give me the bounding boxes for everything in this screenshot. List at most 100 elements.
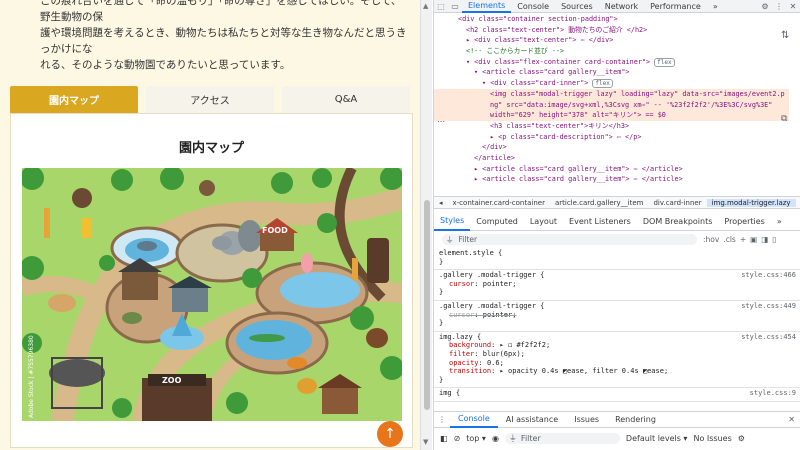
sidebar-toggle-icon[interactable]: ◧ bbox=[440, 434, 448, 443]
css-property[interactable]: transition: ▸ opacity 0.4s ◩ease, filter… bbox=[439, 367, 796, 376]
dom-node-row[interactable]: ▾ <article class="card gallery__item"> bbox=[434, 67, 789, 78]
rule-selector[interactable]: element.style { bbox=[439, 249, 796, 258]
css-property[interactable]: filter: blur(6px); bbox=[439, 350, 796, 359]
tab-styles[interactable]: Styles bbox=[434, 212, 471, 231]
more-subtabs-button[interactable]: » bbox=[771, 212, 788, 231]
gear-icon[interactable]: ⚙ bbox=[758, 0, 772, 13]
tab-console[interactable]: Console bbox=[511, 0, 555, 13]
arrow-up-icon: ↑ bbox=[384, 426, 396, 442]
styles-pane: element.style {} .gallery .modal-trigger … bbox=[434, 248, 800, 408]
tab-performance[interactable]: Performance bbox=[644, 0, 707, 13]
tab-qa[interactable]: Q&A bbox=[282, 86, 410, 113]
zoo-map-image[interactable]: FOOD ZOO Adobe Stock | #755796380 bbox=[22, 168, 402, 421]
drawer-tab-console[interactable]: Console bbox=[450, 411, 498, 428]
dom-node-row[interactable]: <img class="modal-trigger lazy" loading=… bbox=[434, 88, 789, 100]
console-filter-input[interactable]: ⏚ Filter bbox=[504, 432, 620, 444]
flex-badge[interactable]: flex bbox=[654, 57, 675, 67]
dom-node-row[interactable]: ▸ <article class="card gallery__item"> ⋯… bbox=[434, 174, 789, 185]
dom-node-row[interactable]: <h2 class="text-center"> 動物たちのご紹介 </h2> bbox=[434, 25, 789, 36]
dom-node-row[interactable]: </div> bbox=[434, 142, 789, 153]
dom-node-row[interactable]: <!-- ここからカード並び --> bbox=[434, 46, 789, 57]
flex-badge[interactable]: flex bbox=[592, 79, 613, 89]
tab-elements[interactable]: Elements bbox=[462, 0, 512, 13]
crumb-item[interactable]: article.card.gallery__item bbox=[550, 199, 649, 207]
tab-layout[interactable]: Layout bbox=[524, 212, 563, 231]
dom-node-row[interactable]: width="629" height="378" alt="キリン"> == $… bbox=[434, 110, 789, 121]
context-select[interactable]: top ▾ bbox=[466, 434, 486, 443]
css-property-name: cursor bbox=[449, 279, 475, 288]
style-rule: img.lazy {style.css:454 background: ▸ ◻ #… bbox=[434, 332, 800, 389]
styles-filter-input[interactable]: ⏚ Filter bbox=[442, 233, 697, 245]
dom-node-text: </article> bbox=[474, 153, 515, 162]
crumb-scroll-left[interactable]: ◂ bbox=[434, 199, 448, 207]
gear-icon[interactable]: ⚙ bbox=[738, 434, 745, 443]
device-icon[interactable]: ▭ bbox=[448, 0, 462, 13]
map-panel: 園内マップ FOOD ZOO Adobe Stock | #755796380 bbox=[10, 113, 413, 448]
inspect-icon[interactable]: ⬚ bbox=[434, 0, 448, 13]
tab-access[interactable]: アクセス bbox=[146, 86, 274, 113]
scroll-down-icon[interactable]: ▼ bbox=[423, 438, 428, 446]
rule-selector[interactable]: img { bbox=[439, 389, 796, 398]
page-scrollbar[interactable]: ▲ ▼ bbox=[420, 0, 432, 450]
intro-line: この痕れ合いを通じて「命の温もり」「命の尊さ」を感じてほしい。そして、野生動物の… bbox=[40, 0, 402, 23]
css-property[interactable]: background: ▸ ◻ #f2f2f2; bbox=[439, 341, 796, 350]
rule-source-link[interactable]: style.css:466 bbox=[741, 271, 796, 280]
dom-node-row[interactable]: ▾ <div class="card-inner"> flex bbox=[434, 78, 789, 89]
css-property[interactable]: cursor: pointer; bbox=[439, 311, 796, 320]
drawer-tabs: ⋮ Console AI assistance Issues Rendering… bbox=[434, 411, 800, 428]
crumb-item[interactable]: div.card-inner bbox=[648, 199, 706, 207]
css-property[interactable]: cursor: pointer; bbox=[439, 280, 796, 289]
tab-network[interactable]: Network bbox=[599, 0, 644, 13]
css-property[interactable]: opacity: 0.6; bbox=[439, 359, 796, 368]
computed-toggle-icon[interactable]: ◨ bbox=[761, 235, 768, 244]
rule-close: } bbox=[439, 375, 444, 384]
pin-icon[interactable]: ⇅ bbox=[781, 30, 789, 41]
drawer-tab-ai-assistance[interactable]: AI assistance bbox=[498, 411, 566, 428]
log-levels-select[interactable]: Default levels ▾ bbox=[626, 434, 688, 443]
dom-node-row[interactable]: </article> bbox=[434, 153, 789, 164]
sidebar-toggle-icon[interactable]: ▯ bbox=[772, 235, 776, 244]
rule-source-link[interactable]: style.css:454 bbox=[741, 333, 796, 342]
rule-source-link[interactable]: style.css:449 bbox=[741, 302, 796, 311]
dom-node-row[interactable]: ng" src="data:image/svg+xml,%3Csvg xm⋯" … bbox=[434, 99, 789, 111]
dom-node-text: ▸ <article class="card gallery__item"> ⋯… bbox=[474, 175, 683, 184]
dom-node-row[interactable]: ▾ <div class="flex-container card-contai… bbox=[434, 57, 789, 68]
clear-console-icon[interactable]: ⊘ bbox=[454, 434, 461, 443]
dom-node-row[interactable]: ▸ <p class="card-description"> ⋯ </p> bbox=[434, 132, 789, 143]
tab-park-map[interactable]: 園内マップ bbox=[10, 86, 138, 113]
hov-toggle[interactable]: :hov bbox=[703, 235, 719, 244]
close-icon[interactable]: ✕ bbox=[786, 0, 800, 13]
close-drawer-icon[interactable]: ✕ bbox=[782, 415, 800, 424]
more-tabs-button[interactable]: » bbox=[707, 0, 724, 13]
dom-node-row[interactable]: <h3 class="text-center">キリン</h3> bbox=[434, 121, 789, 132]
rule-close: } bbox=[439, 257, 444, 266]
tab-computed[interactable]: Computed bbox=[470, 212, 524, 231]
dom-node-row[interactable]: ▸ <article class="card gallery__item"> ⋯… bbox=[434, 164, 789, 175]
paint-icon[interactable]: ▣ bbox=[750, 235, 757, 244]
scroll-thumb[interactable] bbox=[424, 200, 430, 410]
tab-properties[interactable]: Properties bbox=[718, 212, 770, 231]
crumb-scroll-right[interactable]: ▸ bbox=[796, 199, 800, 207]
dom-node-row[interactable]: ▸ <div class="text-center"> ⋯ </div> bbox=[434, 35, 789, 46]
drawer-tab-issues[interactable]: Issues bbox=[566, 411, 607, 428]
node-more-icon[interactable]: ⋯ bbox=[437, 117, 445, 126]
tab-event-listeners[interactable]: Event Listeners bbox=[563, 212, 637, 231]
more-icon[interactable]: ⋮ bbox=[772, 0, 786, 13]
tab-sources[interactable]: Sources bbox=[555, 0, 599, 13]
crumb-item[interactable]: x-container.card-container bbox=[448, 199, 550, 207]
screenshot-icon[interactable]: ⧉ bbox=[781, 114, 787, 124]
web-page: この痕れ合いを通じて「命の温もり」「命の尊さ」を感じてほしい。そして、野生動物の… bbox=[0, 0, 420, 450]
tab-dom-breakpoints[interactable]: DOM Breakpoints bbox=[637, 212, 719, 231]
rule-source-link[interactable]: style.css:9 bbox=[750, 389, 796, 398]
cls-toggle[interactable]: .cls bbox=[723, 235, 736, 244]
drawer-tab-rendering[interactable]: Rendering bbox=[607, 411, 664, 428]
page-top-button[interactable]: ↑ bbox=[377, 421, 403, 447]
eye-icon[interactable]: ◉ bbox=[492, 434, 499, 443]
dom-node-row[interactable]: <div class="container section-padding"> bbox=[434, 14, 789, 25]
crumb-item-selected[interactable]: img.modal-trigger.lazy bbox=[706, 198, 796, 207]
scroll-up-icon[interactable]: ▲ bbox=[423, 2, 428, 10]
drawer-menu-icon[interactable]: ⋮ bbox=[434, 415, 450, 424]
dom-tree: <div class="container section-padding"> <… bbox=[434, 14, 789, 194]
panel-title: 園内マップ bbox=[178, 141, 244, 156]
new-rule-button[interactable]: + bbox=[740, 235, 746, 244]
